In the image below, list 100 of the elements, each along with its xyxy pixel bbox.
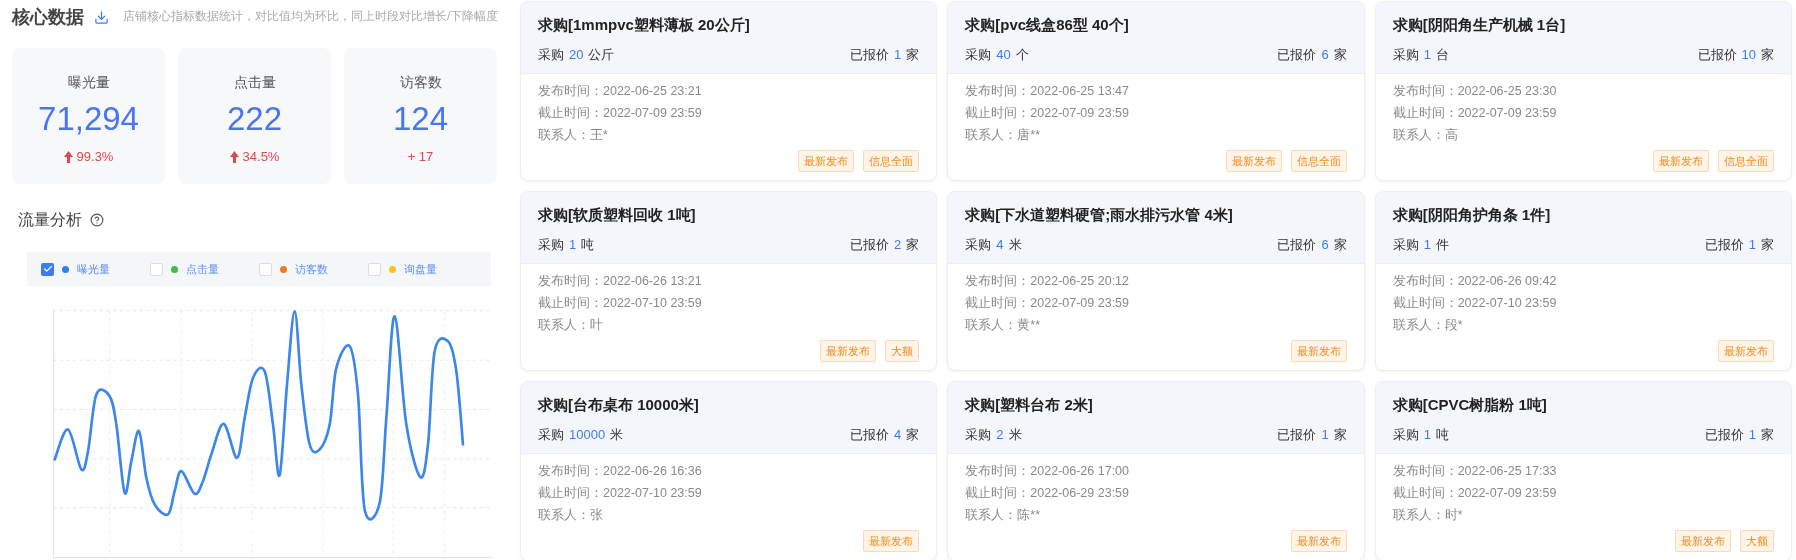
purchase-quantity: 20 [569,45,584,64]
purchase-quantity: 2 [996,425,1004,444]
stat-change: 34.5% [242,148,280,166]
request-card[interactable]: 求购[下水道塑料硬管;雨水排污水管 4米] 采购 4 米 已报价 6 家 发布时间：2022-06-25 20:12 截止时间：2022-07-09 23:59 联系人：黄** 最新发布 [947,191,1365,371]
download-icon[interactable] [94,9,109,25]
request-card[interactable]: 求购[阴阳角生产机械 1台] 采购 1 台 已报价 10 家 发布时间：2022-06-25 23:30 截止时间：2022-07-09 23:59 联系人：高 最新发布 信息全面 [1374,1,1792,181]
quote-label: 已报价 [850,425,890,444]
series-checkbox[interactable] [259,262,272,276]
purchase-label: 采购 [538,235,564,254]
card-title: 求购[1mmpvc塑料薄板 20公斤] [538,15,751,35]
card-detail: 联系人：陈** [965,507,1042,524]
series-label: 访客数 [295,261,328,277]
card-detail: 联系人：段* [1392,317,1464,334]
card-detail: 截止时间：2022-07-09 23:59 [1392,485,1558,502]
card-detail: 联系人：张 [538,507,604,524]
quote-label: 已报价 [1277,235,1317,254]
purchase-unit: 米 [610,425,624,444]
card-tag: 最新发布 [820,340,877,362]
request-card[interactable]: 求购[1mmpvc塑料薄板 20公斤] 采购 20 公斤 已报价 1 家 发布时间：2022-06-25 23:21 截止时间：2022-07-09 23:59 联系人：王* 最新发布 信息全面 [520,1,938,181]
purchase-quantity: 1 [1423,45,1431,64]
quote-count: 10 [1741,45,1756,64]
quote-count: 6 [1321,45,1329,64]
quote-unit: 家 [1333,235,1347,254]
purchase-quantity: 10000 [569,425,606,444]
quote-label: 已报价 [1277,425,1317,444]
quote-count: 1 [1748,425,1756,444]
purchase-quantity: 1 [1423,235,1431,254]
section-title: 核心数据 [12,5,84,29]
card-tag: 最新发布 [1653,150,1709,172]
purchase-unit: 吨 [581,235,595,254]
card-title: 求购[pvc线盒86型 40个] [965,15,1130,35]
purchase-label: 采购 [965,45,992,64]
up-arrow-icon [229,150,239,163]
purchase-quantity: 1 [1423,425,1431,444]
card-detail: 联系人：高 [1392,127,1459,144]
card-title: 求购[塑料台布 2米] [965,395,1094,415]
quote-label: 已报价 [1277,45,1317,64]
card-tag: 最新发布 [1290,340,1347,362]
request-card[interactable]: 求购[软质塑料回收 1吨] 采购 1 吨 已报价 2 家 发布时间：2022-06-26 13:21 截止时间：2022-07-10 23:59 联系人：叶 最新发布 大额 [520,191,938,371]
quote-count: 1 [1748,235,1756,254]
purchase-label: 采购 [965,235,992,254]
quote-unit: 家 [1333,425,1347,444]
card-detail: 截止时间：2022-07-10 23:59 [538,485,703,502]
card-detail: 发布时间：2022-06-25 17:33 [1392,463,1558,480]
purchase-label: 采购 [1392,45,1419,64]
purchase-unit: 台 [1435,45,1449,64]
series-checkbox[interactable] [150,262,163,276]
purchase-quantity: 1 [569,235,577,254]
request-card[interactable]: 求购[pvc线盒86型 40个] 采购 40 个 已报价 6 家 发布时间：2022-06-25 13:47 截止时间：2022-07-09 23:59 联系人：唐** 最新发布 信息全面 [947,1,1365,181]
quote-unit: 家 [906,45,920,64]
card-tag: 最新发布 [1675,530,1731,552]
card-tag: 信息全面 [863,150,920,172]
quote-count: 6 [1321,235,1329,254]
card-detail: 发布时间：2022-06-26 09:42 [1392,273,1558,290]
quote-label: 已报价 [850,235,890,254]
purchase-quantity: 40 [996,45,1011,64]
series-checkbox[interactable] [41,262,54,276]
quote-unit: 家 [906,425,920,444]
purchase-label: 采购 [1392,235,1419,254]
purchase-quantity: 4 [996,235,1004,254]
stat-change: 99.3% [76,148,114,166]
card-tag: 大额 [1740,530,1774,552]
section-subtitle: 店铺核心指标数据统计，对比值均为环比，同上时段对比增长/下降幅度 [123,9,499,25]
quote-unit: 家 [1761,45,1774,64]
card-tag: 最新发布 [798,150,855,172]
quote-count: 2 [894,235,902,254]
card-tag: 大额 [885,340,920,362]
quote-label: 已报价 [1704,235,1744,254]
purchase-label: 采购 [1392,425,1419,444]
series-label: 点击量 [186,261,219,277]
series-label: 询盘量 [404,261,437,277]
purchase-label: 采购 [538,425,564,444]
request-card[interactable]: 求购[阴阳角护角条 1件] 采购 1 件 已报价 1 家 发布时间：2022-06-26 09:42 截止时间：2022-07-10 23:59 联系人：段* 最新发布 [1374,191,1792,371]
quote-count: 1 [894,45,902,64]
stat-label: 曝光量 [67,73,110,92]
card-detail: 联系人：黄** [965,317,1042,334]
stat-value: 124 [392,99,449,139]
card-detail: 发布时间：2022-06-26 13:21 [538,273,703,290]
request-card[interactable]: 求购[塑料台布 2米] 采购 2 米 已报价 1 家 发布时间：2022-06-26 17:00 截止时间：2022-06-29 23:59 联系人：陈** 最新发布 [947,381,1365,560]
card-detail: 截止时间：2022-07-09 23:59 [965,105,1131,122]
quote-unit: 家 [1761,235,1774,254]
request-card[interactable]: 求购[CPVC树脂粉 1吨] 采购 1 吨 已报价 1 家 发布时间：2022-06-25 17:33 截止时间：2022-07-09 23:59 联系人：时* 最新发布 大额 [1374,381,1792,560]
card-title: 求购[阴阳角生产机械 1台] [1392,15,1567,35]
card-tag: 最新发布 [1718,340,1774,362]
purchase-unit: 吨 [1435,425,1449,444]
stat-change: + 17 [407,148,434,166]
card-detail: 联系人：王* [538,127,609,144]
quote-unit: 家 [1761,425,1774,444]
card-detail: 发布时间：2022-06-26 17:00 [965,463,1131,480]
card-detail: 联系人：叶 [538,317,604,334]
stat-label: 点击量 [233,73,276,92]
request-card[interactable]: 求购[台布桌布 10000米] 采购 10000 米 已报价 4 家 发布时间：2022-06-26 16:36 截止时间：2022-07-10 23:59 联系人：张 最新发布 [520,381,938,560]
card-tag: 最新发布 [1225,150,1282,172]
help-icon[interactable] [90,213,104,227]
series-checkbox[interactable] [368,262,381,276]
stat-value: 71,294 [38,99,139,139]
card-title: 求购[阴阳角护角条 1件] [1392,205,1552,225]
card-title: 求购[CPVC树脂粉 1吨] [1392,395,1548,415]
card-detail: 截止时间：2022-07-09 23:59 [965,295,1131,312]
card-detail: 截止时间：2022-06-29 23:59 [965,485,1131,502]
